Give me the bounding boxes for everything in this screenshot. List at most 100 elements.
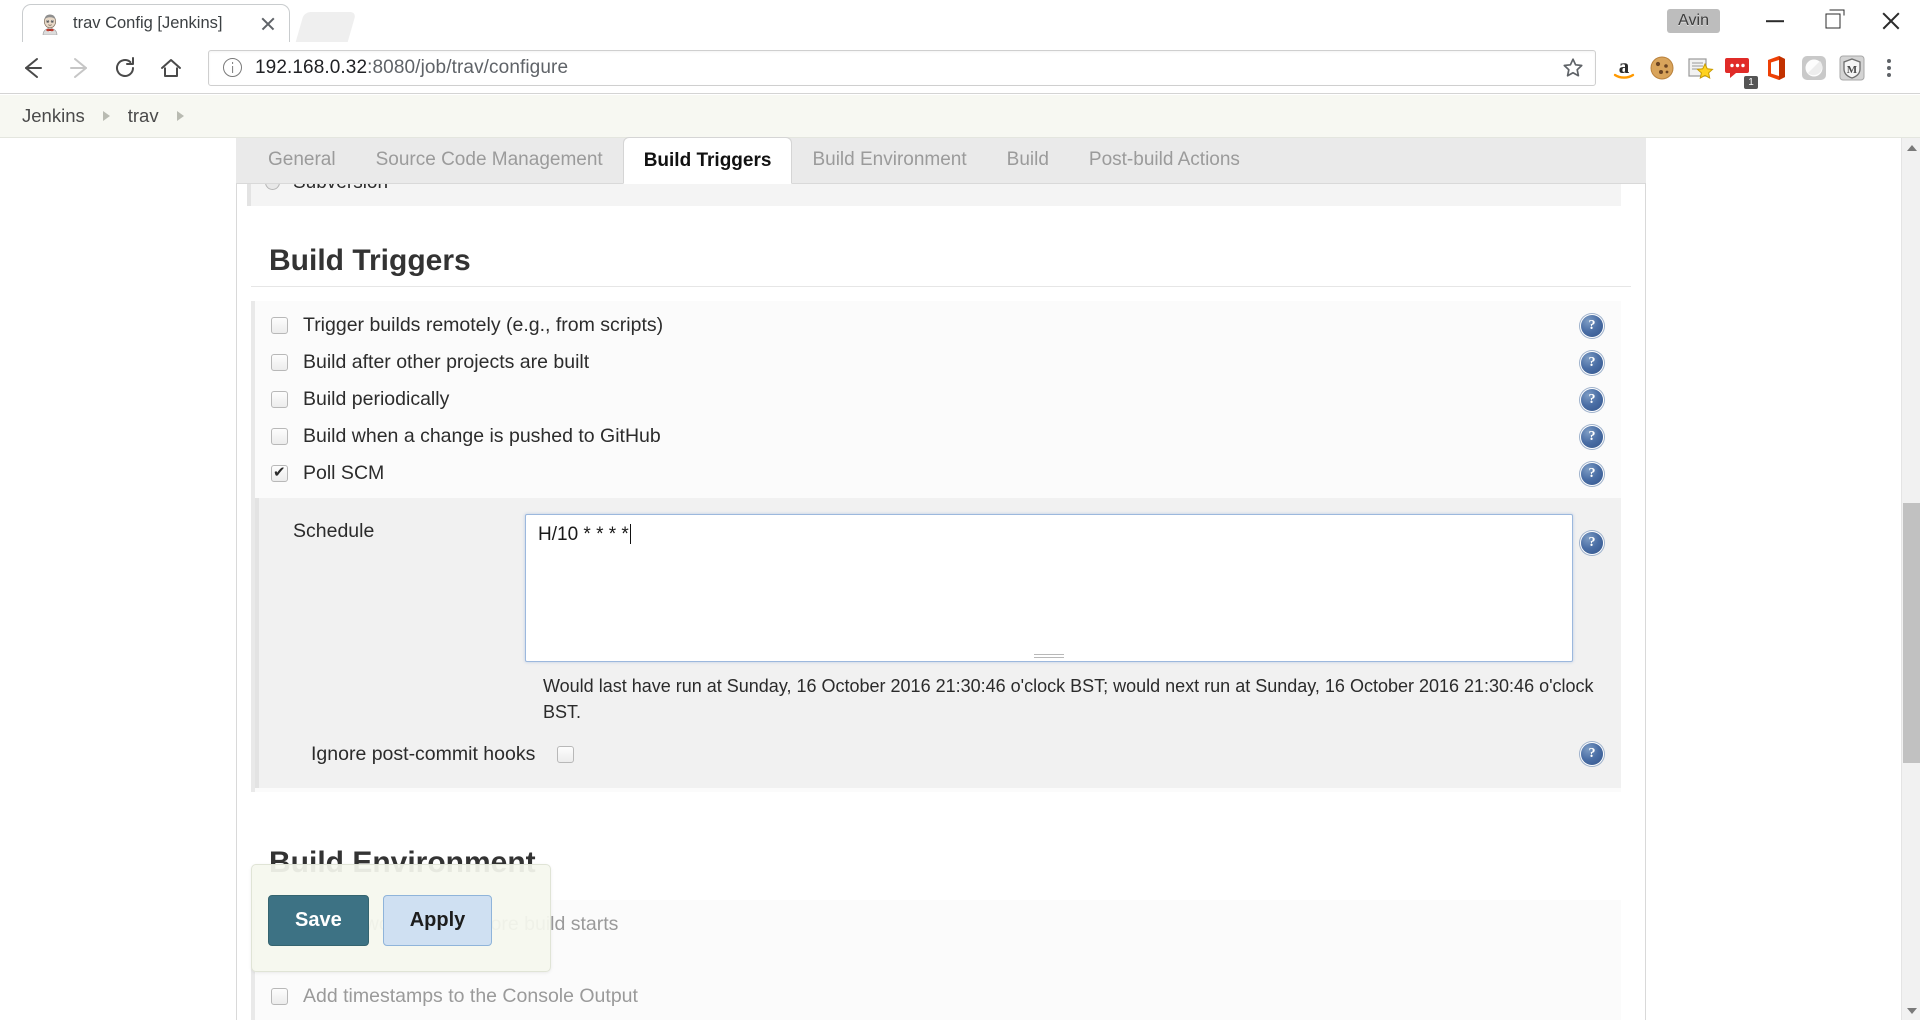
office-extension-icon[interactable]	[1758, 50, 1794, 86]
svg-text:a: a	[1619, 54, 1630, 78]
tab-strip: trav Config [Jenkins]	[0, 0, 357, 42]
tab-source-code-management[interactable]: Source Code Management	[356, 137, 623, 183]
save-button[interactable]: Save	[268, 895, 369, 946]
speech-bubble-extension-icon[interactable]: 1	[1720, 50, 1758, 89]
schedule-value: H/10 * * * *	[538, 524, 629, 545]
scm-subversion-label: Subversion	[293, 184, 388, 194]
tab-build[interactable]: Build	[987, 137, 1069, 183]
back-arrow-icon[interactable]	[10, 45, 56, 91]
amazon-extension-icon[interactable]: a	[1606, 50, 1642, 86]
extension-bar: a 1 M	[1606, 48, 1906, 89]
job-config-form: General Source Code Management Build Tri…	[236, 137, 1646, 1020]
white-circle-extension-icon[interactable]	[1796, 50, 1832, 86]
help-icon[interactable]: ?	[1581, 314, 1603, 337]
option-label: Trigger builds remotely (e.g., from scri…	[303, 314, 664, 336]
checkbox-ignore-post-commit-hooks[interactable]	[557, 746, 575, 764]
textarea-resize-handle[interactable]	[1034, 654, 1064, 658]
tab-title: trav Config [Jenkins]	[73, 14, 223, 32]
schedule-input-wrap: H/10 * * * *	[525, 514, 1573, 662]
restore-icon[interactable]	[1804, 0, 1862, 42]
help-icon[interactable]: ?	[1581, 462, 1603, 485]
note-star-extension-icon[interactable]	[1682, 50, 1718, 86]
scroll-down-arrow-icon[interactable]	[1902, 1001, 1920, 1020]
forward-arrow-icon	[56, 45, 102, 91]
home-icon[interactable]	[148, 45, 194, 91]
address-bar[interactable]: 192.168.0.32:8080/job/trav/configure	[208, 49, 1596, 86]
page-scrollbar[interactable]	[1901, 138, 1920, 1020]
checkbox-build-periodically[interactable]	[271, 391, 288, 408]
url-text: 192.168.0.32:8080/job/trav/configure	[255, 57, 568, 79]
option-build-on-github-push[interactable]: Build when a change is pushed to GitHub …	[255, 418, 1621, 455]
help-icon[interactable]: ?	[1581, 351, 1603, 374]
checkbox-trigger-builds-remotely[interactable]	[271, 317, 288, 334]
option-label: Poll SCM	[303, 462, 385, 484]
option-poll-scm[interactable]: Poll SCM ?	[255, 455, 1621, 492]
url-path: :8080/job/trav/configure	[367, 56, 569, 78]
breadcrumb-separator-icon	[176, 111, 184, 121]
page-viewport: Jenkins trav General Source Code Managem…	[0, 95, 1920, 1020]
option-label: Add timestamps to the Console Output	[303, 985, 638, 1008]
option-build-periodically[interactable]: Build periodically ?	[255, 381, 1621, 418]
scm-subversion-row: Subversion ?	[247, 184, 1621, 206]
browser-titlebar: trav Config [Jenkins] Avin	[0, 0, 1920, 42]
minimize-icon[interactable]	[1746, 0, 1804, 42]
close-icon[interactable]	[1862, 0, 1920, 42]
option-ignore-post-commit-hooks[interactable]: Ignore post-commit hooks ?	[259, 729, 1621, 778]
help-icon[interactable]: ?	[1581, 532, 1603, 554]
star-icon[interactable]	[1559, 54, 1587, 82]
apply-button[interactable]: Apply	[382, 895, 493, 946]
schedule-label: Schedule	[293, 520, 375, 542]
option-trigger-builds-remotely[interactable]: Trigger builds remotely (e.g., from scri…	[255, 307, 1621, 344]
checkbox-build-on-github-push[interactable]	[271, 428, 288, 445]
reload-icon[interactable]	[102, 45, 148, 91]
schedule-input[interactable]: H/10 * * * *	[525, 514, 1573, 662]
breadcrumb-item-jenkins[interactable]: Jenkins	[22, 105, 85, 127]
help-icon[interactable]: ?	[1581, 742, 1603, 765]
kebab-menu-icon[interactable]	[1872, 48, 1906, 88]
breadcrumb: Jenkins trav	[0, 95, 1920, 138]
checkbox-build-after-other-projects[interactable]	[271, 354, 288, 371]
scroll-up-arrow-icon[interactable]	[1902, 138, 1920, 157]
svg-text:M: M	[1847, 64, 1858, 76]
option-label: Build periodically	[303, 388, 450, 410]
checkbox-poll-scm[interactable]	[271, 463, 288, 482]
cookie-extension-icon[interactable]	[1644, 50, 1680, 86]
help-icon[interactable]: ?	[1581, 388, 1603, 411]
browser-toolbar: 192.168.0.32:8080/job/trav/configure a 1	[0, 42, 1920, 94]
poll-scm-settings: Schedule H/10 * * * * ? Would last have …	[255, 498, 1621, 789]
schedule-help-text: Would last have run at Sunday, 16 Octobe…	[543, 676, 1594, 722]
page-body: General Source Code Management Build Tri…	[0, 137, 1920, 1020]
breadcrumb-separator-icon	[102, 111, 110, 121]
text-cursor	[629, 524, 631, 544]
schedule-field-row: Schedule H/10 * * * * ?	[259, 514, 1621, 662]
browser-tab[interactable]: trav Config [Jenkins]	[22, 4, 290, 42]
extension-badge-count: 1	[1744, 75, 1758, 89]
help-icon[interactable]: ?	[1581, 425, 1603, 448]
option-label: Build when a change is pushed to GitHub	[303, 425, 661, 447]
browser-window: trav Config [Jenkins] Avin 192.168.0.32:…	[0, 0, 1920, 1020]
ignore-hooks-label: Ignore post-commit hooks	[311, 743, 536, 766]
new-tab-button[interactable]	[295, 12, 357, 42]
profile-label[interactable]: Avin	[1667, 9, 1720, 33]
tab-post-build-actions[interactable]: Post-build Actions	[1069, 137, 1260, 183]
config-panel: Subversion ? Build Triggers Trigger buil…	[236, 184, 1646, 1020]
build-triggers-block: Trigger builds remotely (e.g., from scri…	[251, 301, 1621, 793]
section-heading-build-triggers: Build Triggers	[251, 216, 1631, 287]
option-label: Build after other projects are built	[303, 351, 590, 373]
jenkins-butler-icon	[39, 13, 61, 35]
radio-subversion[interactable]	[265, 184, 280, 190]
option-build-after-other-projects[interactable]: Build after other projects are built ?	[255, 344, 1621, 381]
url-host: 192.168.0.32	[255, 56, 368, 78]
tab-build-environment[interactable]: Build Environment	[792, 137, 986, 183]
page-info-icon[interactable]	[223, 58, 242, 77]
tab-build-triggers[interactable]: Build Triggers	[622, 137, 793, 184]
checkbox-add-timestamps-console[interactable]	[271, 988, 288, 1006]
window-controls: Avin	[1667, 0, 1920, 42]
mcafee-shield-extension-icon[interactable]: M	[1834, 50, 1870, 86]
tab-close-icon[interactable]	[257, 13, 279, 35]
scrollbar-thumb[interactable]	[1903, 503, 1920, 763]
config-tab-bar: General Source Code Management Build Tri…	[236, 137, 1646, 184]
breadcrumb-item-trav[interactable]: trav	[128, 105, 159, 127]
tab-general[interactable]: General	[248, 137, 356, 183]
form-action-bar: Save Apply	[251, 864, 551, 972]
